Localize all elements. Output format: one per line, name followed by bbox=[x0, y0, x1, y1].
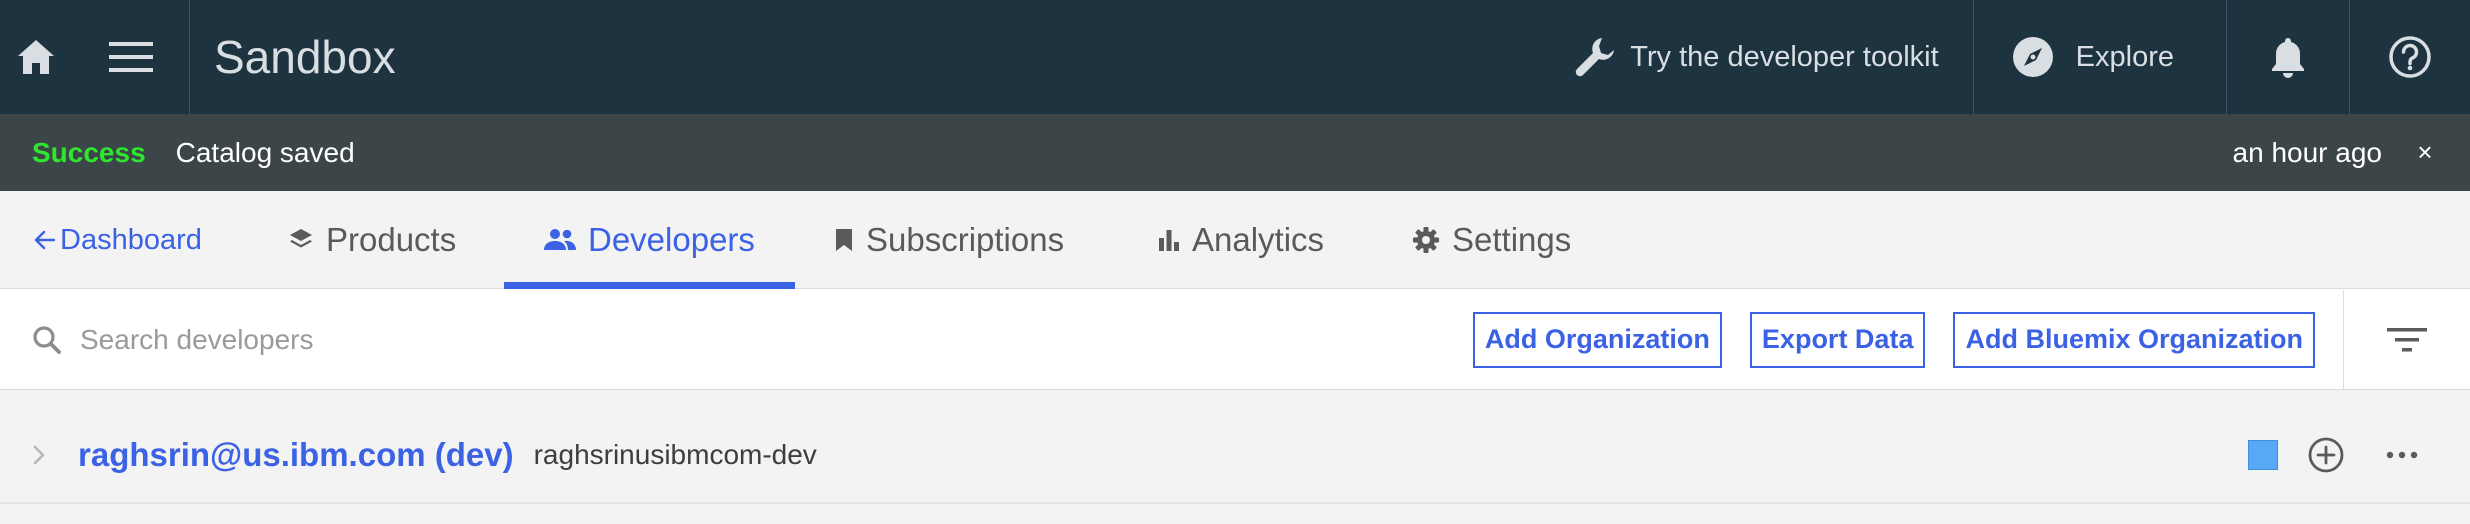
search-icon-container bbox=[0, 290, 80, 390]
developer-list: raghsrin@us.ibm.com (dev) raghsrinusibmc… bbox=[0, 390, 2470, 524]
developer-subtitle: raghsrinusibmcom-dev bbox=[533, 439, 817, 470]
tab-developers-label: Developers bbox=[588, 221, 755, 258]
export-data-button[interactable]: Export Data bbox=[1749, 311, 1926, 368]
more-horizontal-icon bbox=[2386, 451, 2418, 459]
notification-message: Catalog saved bbox=[175, 136, 355, 168]
status-indicator bbox=[2248, 440, 2278, 470]
tab-products[interactable]: Products bbox=[288, 191, 456, 289]
gear-icon bbox=[1413, 227, 1439, 253]
search-icon bbox=[33, 325, 61, 354]
tab-analytics[interactable]: Analytics bbox=[1158, 191, 1324, 289]
bookmark-icon bbox=[836, 229, 852, 251]
home-icon bbox=[18, 40, 54, 74]
search-toolbar: Add Organization Export Data Add Bluemix… bbox=[0, 289, 2470, 390]
filter-icon bbox=[2387, 327, 2427, 351]
expand-row-button[interactable] bbox=[0, 443, 78, 467]
filter-button[interactable] bbox=[2343, 289, 2470, 390]
bar-chart-icon bbox=[1159, 230, 1179, 251]
add-organization-button[interactable]: Add Organization bbox=[1472, 311, 1722, 368]
overflow-menu-button[interactable] bbox=[2382, 435, 2422, 475]
notification-close-button[interactable]: × bbox=[2412, 137, 2438, 168]
tab-subscriptions[interactable]: Subscriptions bbox=[834, 191, 1064, 289]
add-circle-icon bbox=[2308, 437, 2344, 473]
tab-analytics-label: Analytics bbox=[1192, 221, 1325, 258]
list-item[interactable]: raghsrin@us.ibm.com (dev) raghsrinusibmc… bbox=[0, 408, 2470, 504]
search-input[interactable] bbox=[80, 309, 1473, 370]
back-to-dashboard-label: Dashboard bbox=[60, 223, 202, 256]
arrow-left-icon bbox=[34, 230, 56, 250]
developer-toolkit-link[interactable]: Try the developer toolkit bbox=[1574, 0, 1972, 114]
developer-toolkit-label: Try the developer toolkit bbox=[1630, 40, 1939, 73]
people-icon bbox=[544, 229, 576, 250]
tab-products-label: Products bbox=[326, 221, 457, 258]
help-icon bbox=[2389, 36, 2431, 78]
chevron-right-icon bbox=[33, 445, 45, 465]
home-button[interactable] bbox=[0, 0, 72, 114]
explore-link[interactable]: Explore bbox=[1972, 0, 2226, 114]
tab-settings-label: Settings bbox=[1452, 221, 1572, 258]
tab-developers[interactable]: Developers bbox=[504, 191, 795, 289]
layers-icon bbox=[290, 229, 312, 248]
add-bluemix-organization-button[interactable]: Add Bluemix Organization bbox=[1953, 311, 2315, 368]
developer-title-link[interactable]: raghsrin@us.ibm.com (dev) bbox=[78, 436, 514, 474]
notification-bar: Success Catalog saved an hour ago × bbox=[0, 114, 2470, 191]
section-tabs: Dashboard Products Developers Subscripti… bbox=[0, 191, 2470, 289]
bell-icon bbox=[2272, 38, 2304, 78]
notification-timestamp: an hour ago bbox=[2232, 136, 2382, 168]
wrench-icon bbox=[1576, 38, 1615, 77]
top-navigation-bar: Sandbox Try the developer toolkit Explor… bbox=[0, 0, 2470, 114]
help-button[interactable] bbox=[2349, 0, 2470, 114]
add-button[interactable] bbox=[2306, 435, 2346, 475]
notification-status: Success bbox=[32, 136, 146, 168]
tab-settings[interactable]: Settings bbox=[1412, 191, 1571, 289]
explore-label: Explore bbox=[2075, 40, 2174, 73]
app-title: Sandbox bbox=[214, 31, 396, 83]
notifications-button[interactable] bbox=[2226, 0, 2349, 114]
back-to-dashboard-link[interactable]: Dashboard bbox=[34, 191, 202, 289]
hamburger-menu-icon bbox=[108, 42, 153, 72]
compass-icon bbox=[2012, 37, 2053, 77]
menu-button[interactable] bbox=[72, 0, 190, 114]
tab-subscriptions-label: Subscriptions bbox=[866, 221, 1065, 258]
